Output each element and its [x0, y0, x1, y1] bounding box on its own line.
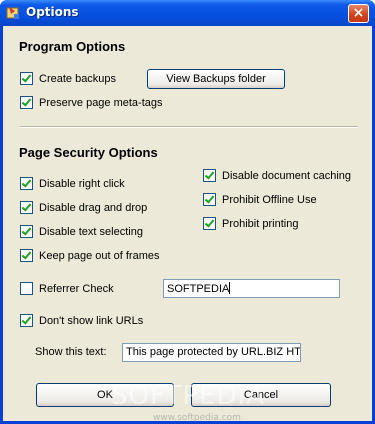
app-icon [6, 7, 19, 19]
referrer-check-checkbox[interactable] [20, 282, 33, 295]
referrer-check-label: Referrer Check [39, 282, 114, 295]
referrer-check-row[interactable]: Referrer Check [20, 282, 114, 295]
referrer-input-value: SOFTPEDIA [167, 283, 230, 295]
dialog-body: Program Options Create backups View Back… [3, 26, 372, 423]
watermark-url: www.softpedia.com [153, 413, 241, 423]
dont-show-urls-checkbox[interactable] [20, 314, 33, 327]
title-bar[interactable]: Options × [0, 0, 375, 26]
cancel-button[interactable]: Cancel [191, 383, 331, 407]
prohibit-offline-use-checkbox[interactable] [203, 193, 216, 206]
keep-out-of-frames-row[interactable]: Keep page out of frames [20, 249, 159, 262]
keep-out-of-frames-label: Keep page out of frames [39, 249, 160, 262]
create-backups-label: Create backups [39, 72, 117, 85]
close-icon: × [352, 5, 365, 21]
disable-document-caching-checkbox[interactable] [203, 169, 216, 182]
prohibit-offline-use-label: Prohibit Offline Use [222, 193, 317, 206]
preserve-meta-checkbox[interactable] [20, 96, 33, 109]
disable-document-caching-row[interactable]: Disable document caching [203, 169, 351, 182]
disable-right-click-checkbox[interactable] [20, 177, 33, 190]
prohibit-printing-checkbox[interactable] [203, 217, 216, 230]
window-title: Options [26, 5, 79, 19]
keep-out-of-frames-checkbox[interactable] [20, 249, 33, 262]
disable-right-click-label: Disable right click [39, 177, 125, 190]
text-caret [229, 282, 231, 294]
disable-text-selecting-label: Disable text selecting [39, 225, 143, 238]
disable-drag-drop-row[interactable]: Disable drag and drop [20, 201, 147, 214]
security-options-heading: Page Security Options [19, 145, 158, 160]
preserve-meta-label: Preserve page meta-tags [39, 96, 163, 109]
section-divider [20, 126, 358, 128]
referrer-input[interactable]: SOFTPEDIA [163, 279, 340, 298]
disable-document-caching-label: Disable document caching [222, 169, 352, 182]
program-options-heading: Program Options [19, 39, 126, 54]
dont-show-urls-row[interactable]: Don't show link URLs [20, 314, 143, 327]
disable-text-selecting-checkbox[interactable] [20, 225, 33, 238]
create-backups-checkbox[interactable] [20, 72, 33, 85]
options-window: Options × Program Options Create backups… [0, 0, 375, 424]
show-text-input[interactable]: This page protected by URL.BIZ HT [122, 343, 301, 362]
disable-text-selecting-row[interactable]: Disable text selecting [20, 225, 143, 238]
ok-button[interactable]: OK [36, 383, 174, 407]
close-button[interactable]: × [348, 4, 369, 23]
show-text-label: Show this text: [35, 346, 107, 358]
disable-right-click-row[interactable]: Disable right click [20, 177, 125, 190]
disable-drag-drop-checkbox[interactable] [20, 201, 33, 214]
view-backups-folder-button[interactable]: View Backups folder [147, 69, 285, 89]
prohibit-offline-use-row[interactable]: Prohibit Offline Use [203, 193, 317, 206]
prohibit-printing-label: Prohibit printing [222, 217, 299, 230]
prohibit-printing-row[interactable]: Prohibit printing [203, 217, 298, 230]
dont-show-urls-label: Don't show link URLs [39, 314, 144, 327]
create-backups-checkbox-row[interactable]: Create backups [20, 72, 116, 85]
preserve-meta-checkbox-row[interactable]: Preserve page meta-tags [20, 96, 163, 109]
disable-drag-drop-label: Disable drag and drop [39, 201, 148, 214]
